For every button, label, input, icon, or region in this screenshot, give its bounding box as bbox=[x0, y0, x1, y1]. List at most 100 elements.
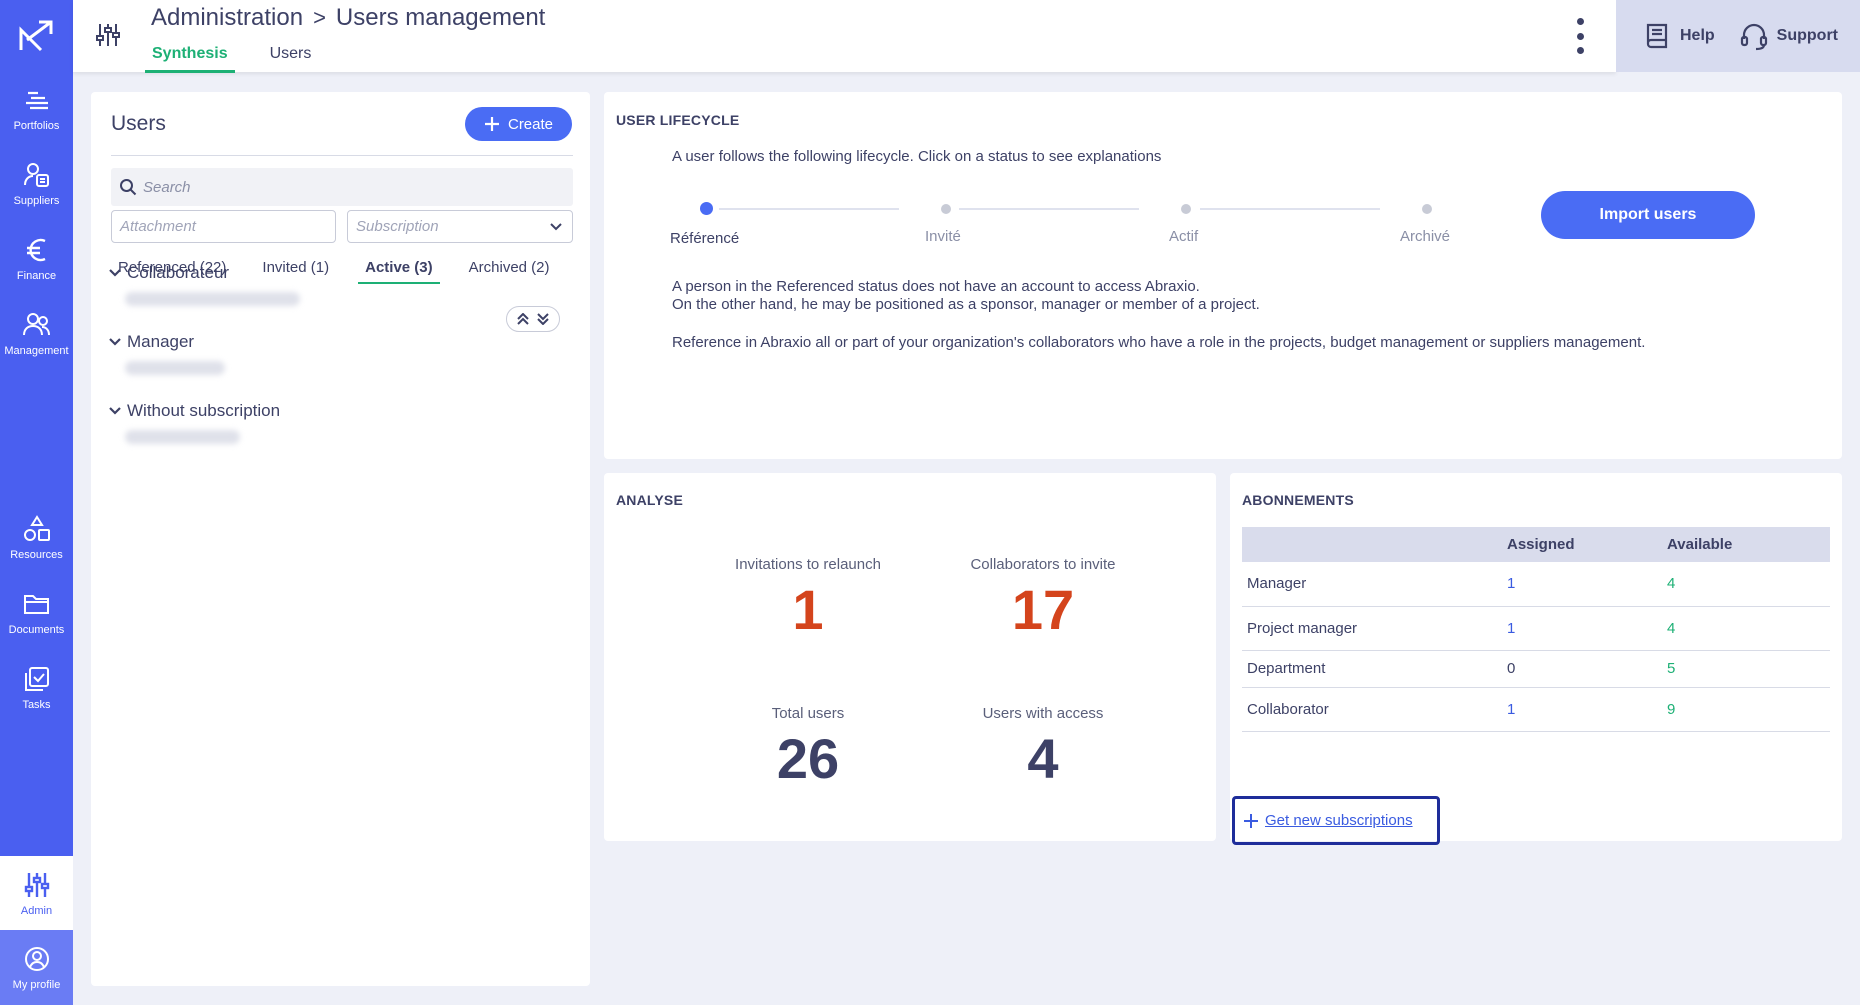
tasks-icon bbox=[24, 666, 49, 691]
subscriptions-table: Assigned Available Manager 1 4 Project m… bbox=[1242, 527, 1830, 732]
available-count: 5 bbox=[1662, 650, 1830, 688]
metric-invitations-to-relaunch[interactable]: Invitations to relaunch 1 bbox=[698, 556, 918, 642]
group-without-subscription[interactable]: Without subscription bbox=[109, 401, 280, 421]
page-tabs: Synthesis Users bbox=[145, 42, 346, 73]
metric-total-users: Total users 26 bbox=[698, 705, 918, 791]
support-label: Support bbox=[1776, 27, 1838, 44]
breadcrumb: Administration > Users management bbox=[151, 4, 545, 32]
assigned-count[interactable]: 1 bbox=[1502, 606, 1662, 651]
nav-resources[interactable]: Resources bbox=[0, 501, 73, 573]
blurred-user-entry[interactable] bbox=[125, 361, 225, 375]
nav-label: Admin bbox=[20, 904, 53, 917]
search-input[interactable] bbox=[143, 178, 543, 196]
assigned-count[interactable]: 1 bbox=[1502, 562, 1662, 607]
assigned-count[interactable]: 1 bbox=[1502, 687, 1662, 732]
chevron-down-icon bbox=[109, 407, 121, 415]
metric-value: 4 bbox=[1027, 727, 1059, 790]
analyse-panel: ANALYSE Invitations to relaunch 1 Collab… bbox=[604, 473, 1216, 841]
import-users-button[interactable]: Import users bbox=[1541, 191, 1755, 239]
settings-sliders-icon[interactable] bbox=[95, 22, 121, 48]
table-row: Project manager 1 4 bbox=[1242, 606, 1830, 651]
available-count: 9 bbox=[1662, 687, 1830, 732]
euro-icon bbox=[26, 238, 46, 261]
column-header-available: Available bbox=[1662, 527, 1830, 562]
subscription-name: Manager bbox=[1242, 562, 1502, 607]
metric-value: 26 bbox=[776, 727, 840, 790]
collapse-all-icon[interactable] bbox=[517, 313, 529, 325]
nav-admin[interactable]: Admin bbox=[0, 856, 73, 930]
tab-invited[interactable]: Invited (1) bbox=[255, 255, 336, 284]
lifecycle-intro: A user follows the following lifecycle. … bbox=[672, 148, 1162, 165]
tab-synthesis[interactable]: Synthesis bbox=[145, 42, 235, 73]
status-dot-archive[interactable] bbox=[1422, 204, 1432, 214]
subscription-placeholder: Subscription bbox=[356, 218, 439, 235]
status-label-reference[interactable]: Référencé bbox=[670, 230, 739, 247]
profile-icon bbox=[24, 947, 49, 971]
top-bar: Administration > Users management Synthe… bbox=[73, 0, 1616, 73]
nav-label: Suppliers bbox=[13, 194, 60, 207]
available-count: 4 bbox=[1662, 606, 1830, 651]
attachment-field[interactable]: Attachment bbox=[111, 210, 336, 243]
blurred-user-entry[interactable] bbox=[125, 292, 300, 306]
status-dot-reference[interactable] bbox=[700, 202, 713, 215]
nav-documents[interactable]: Documents bbox=[0, 576, 73, 648]
lifecycle-panel: USER LIFECYCLE A user follows the follow… bbox=[604, 92, 1842, 459]
nav-tasks[interactable]: Tasks bbox=[0, 651, 73, 723]
available-count: 4 bbox=[1662, 562, 1830, 607]
create-label: Create bbox=[507, 115, 554, 133]
plus-icon bbox=[484, 117, 499, 131]
group-collaborateur[interactable]: Collaborateur bbox=[109, 263, 229, 283]
breadcrumb-separator: > bbox=[313, 5, 326, 30]
nav-finance[interactable]: Finance bbox=[0, 222, 73, 294]
chevron-down-icon bbox=[550, 222, 562, 230]
group-label: Manager bbox=[127, 332, 195, 351]
portfolios-icon bbox=[25, 91, 48, 109]
users-panel-title: Users bbox=[111, 112, 166, 135]
management-icon bbox=[22, 312, 50, 335]
blurred-user-entry[interactable] bbox=[125, 430, 240, 444]
create-user-button[interactable]: Create bbox=[465, 107, 572, 141]
get-new-subscriptions-link[interactable]: Get new subscriptions bbox=[1232, 796, 1440, 845]
status-description-line: Reference in Abraxio all or part of your… bbox=[672, 334, 1646, 351]
nav-label: Tasks bbox=[22, 698, 51, 711]
tab-active[interactable]: Active (3) bbox=[358, 255, 440, 284]
nav-management[interactable]: Management bbox=[0, 297, 73, 369]
subscription-name: Department bbox=[1242, 650, 1502, 688]
status-label-actif[interactable]: Actif bbox=[1169, 228, 1198, 245]
group-manager[interactable]: Manager bbox=[109, 332, 194, 352]
subscription-select[interactable]: Subscription bbox=[347, 210, 573, 243]
users-panel: Users Create Attachment Subscription Ref… bbox=[91, 92, 590, 986]
subscription-name: Collaborator bbox=[1242, 687, 1502, 732]
side-nav: Portfolios Suppliers Finance Management … bbox=[0, 0, 73, 1005]
nav-label: Resources bbox=[10, 548, 63, 561]
expand-collapse-control[interactable] bbox=[506, 306, 560, 332]
nav-my-profile[interactable]: My profile bbox=[0, 930, 73, 1005]
tab-users[interactable]: Users bbox=[263, 42, 319, 73]
nav-label: Documents bbox=[8, 623, 65, 636]
headset-icon bbox=[1740, 23, 1767, 51]
status-label-invite[interactable]: Invité bbox=[925, 228, 961, 245]
metric-collaborators-to-invite[interactable]: Collaborators to invite 17 bbox=[933, 556, 1153, 642]
breadcrumb-root[interactable]: Administration bbox=[151, 4, 303, 32]
table-row: Manager 1 4 bbox=[1242, 562, 1830, 607]
metric-label: Users with access bbox=[982, 705, 1104, 722]
status-dot-actif[interactable] bbox=[1181, 204, 1191, 214]
group-label: Collaborateur bbox=[127, 263, 230, 282]
search-box bbox=[111, 168, 573, 206]
nav-suppliers[interactable]: Suppliers bbox=[0, 147, 73, 219]
group-label: Without subscription bbox=[127, 401, 281, 420]
tab-archived[interactable]: Archived (2) bbox=[462, 255, 557, 284]
app-logo[interactable] bbox=[0, 0, 73, 72]
metric-users-with-access: Users with access 4 bbox=[933, 705, 1153, 791]
attachment-placeholder: Attachment bbox=[120, 218, 196, 235]
expand-all-icon[interactable] bbox=[537, 313, 549, 325]
more-options-icon[interactable] bbox=[1573, 18, 1587, 54]
support-button[interactable]: Support bbox=[1739, 21, 1838, 51]
get-new-subscriptions-label: Get new subscriptions bbox=[1265, 812, 1413, 829]
nav-portfolios[interactable]: Portfolios bbox=[0, 72, 73, 144]
folder-icon bbox=[23, 594, 49, 614]
help-button[interactable]: Help bbox=[1642, 21, 1715, 51]
status-description-line: On the other hand, he may be positioned … bbox=[672, 296, 1260, 313]
status-label-archive[interactable]: Archivé bbox=[1400, 228, 1450, 245]
status-dot-invite[interactable] bbox=[941, 204, 951, 214]
